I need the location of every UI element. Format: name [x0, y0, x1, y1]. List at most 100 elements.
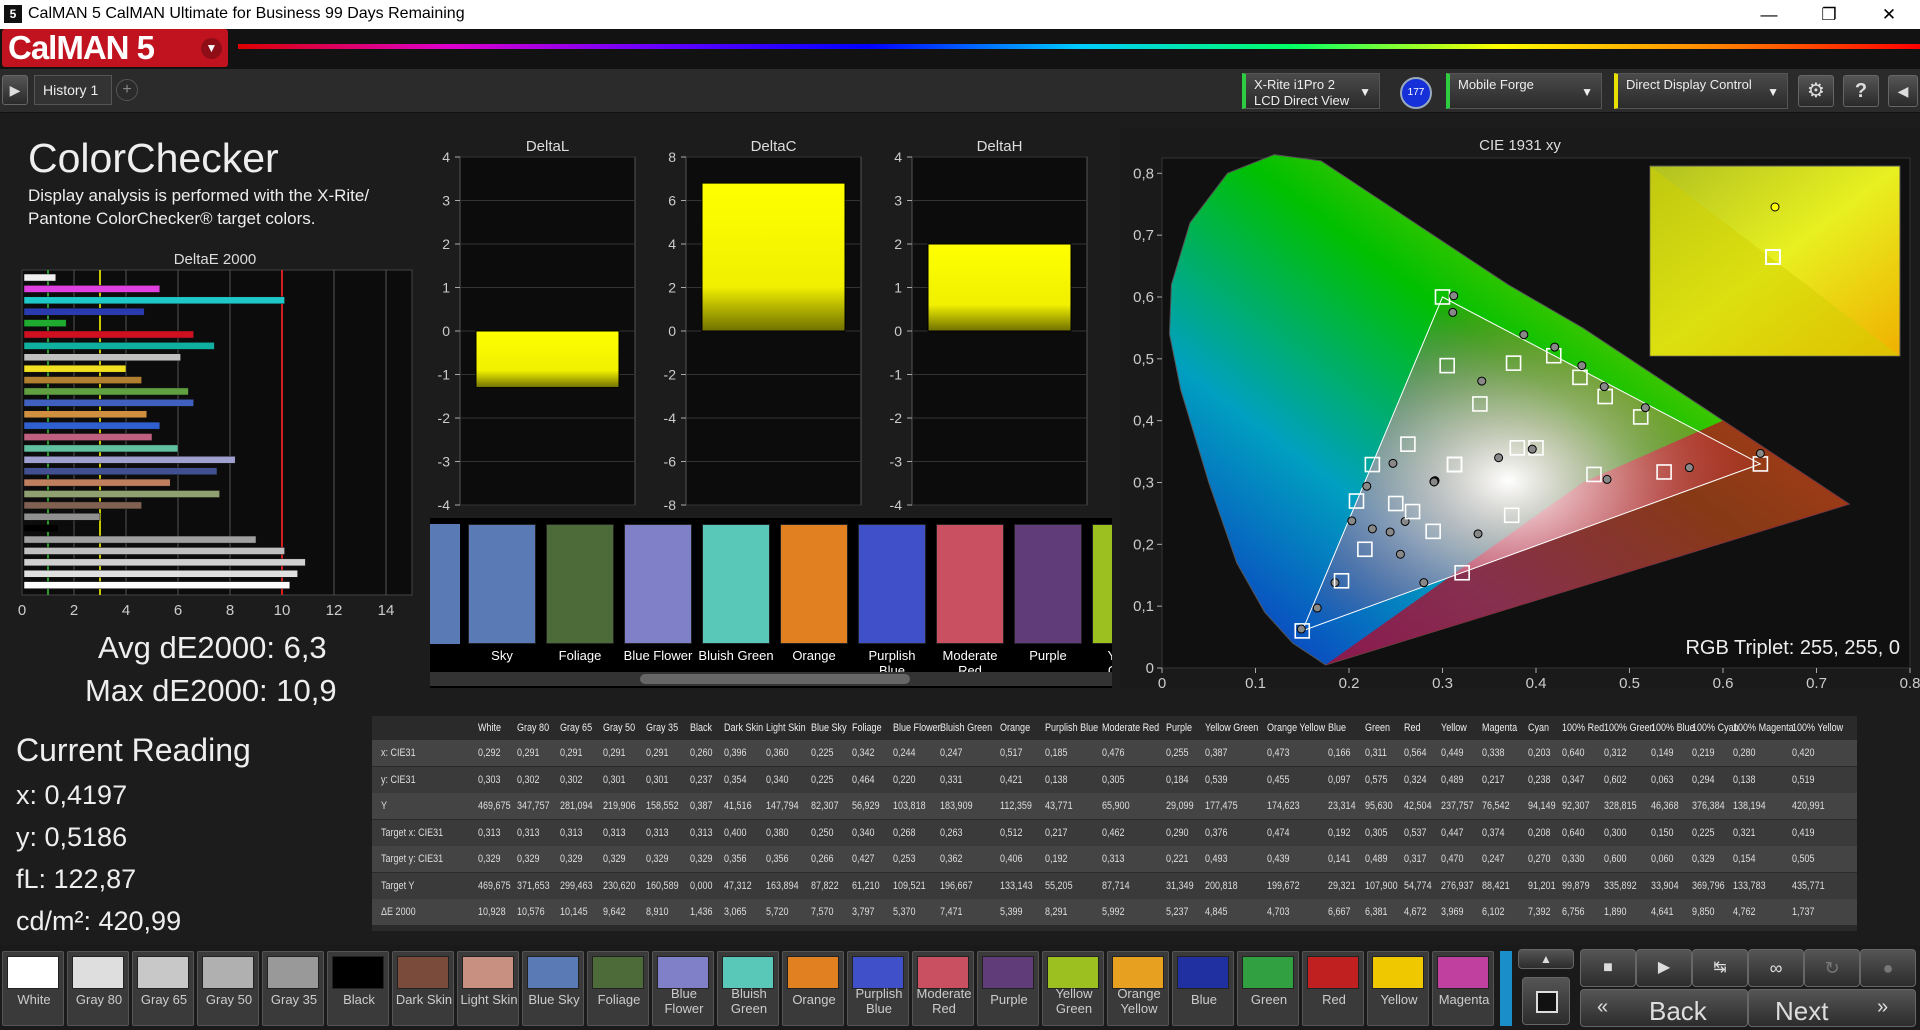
table-cell: 0,225	[1691, 826, 1715, 839]
swatch-tile[interactable]	[936, 524, 1004, 644]
swatch-color	[1372, 956, 1424, 989]
bottom-swatch-button[interactable]: Gray 35	[262, 951, 324, 1026]
table-cell: 158,552	[646, 800, 680, 812]
source-select[interactable]: Mobile Forge ▼	[1446, 73, 1602, 109]
close-icon[interactable]: ✕	[1860, 0, 1918, 29]
table-header: 100% Blue	[1650, 722, 1695, 734]
table-cell: 0,138	[1732, 773, 1756, 786]
bottom-swatch-button[interactable]: Gray 80	[67, 951, 129, 1026]
table-cell: 1,737	[1792, 906, 1816, 918]
colorchecker-swatch-strip: Sky Foliage Blue Flower Bluish Green Orange P…	[430, 518, 1112, 688]
swatch-tile[interactable]	[468, 524, 536, 644]
cie-1931-chart: CIE 1931 xy 0 0,1 0,2 0,3 0,4 0,5 0,6 0,7 0,8 0,8…	[1133, 137, 1920, 692]
help-icon[interactable]: ?	[1843, 75, 1879, 107]
table-cell: 0,602	[1603, 773, 1627, 786]
play-icon[interactable]: ▶	[2, 75, 28, 105]
collapse-panel-icon[interactable]: ◀	[1888, 75, 1918, 107]
bottom-swatch-button[interactable]: Orange Yellow	[1107, 951, 1169, 1026]
display-select[interactable]: Direct Display Control ▼	[1614, 73, 1788, 109]
table-cell: 0,247	[940, 747, 963, 759]
bottom-swatch-button[interactable]: White	[2, 951, 64, 1026]
bottom-swatch-button[interactable]: Moderate Red	[912, 951, 974, 1026]
bottom-swatch-button[interactable]: Blue	[1172, 951, 1234, 1026]
swatch-label: Gray 65	[140, 992, 188, 1007]
deltae-tick-label: 0	[18, 602, 26, 619]
cie-x-tick: 0,2	[1339, 675, 1360, 688]
scroll-up-icon[interactable]: ▲	[1518, 949, 1574, 969]
swatch-color	[852, 956, 904, 989]
table-cell: 0,329	[689, 853, 713, 865]
play-icon[interactable]: ▶	[1636, 949, 1692, 987]
swatch-tile[interactable]	[858, 524, 926, 644]
refresh-icon[interactable]: ↻	[1804, 949, 1860, 987]
bottom-swatch-button[interactable]: Dark Skin	[392, 951, 454, 1026]
calman-logo-menu[interactable]: CalMAN 5 ▼	[2, 29, 228, 67]
table-cell: 0,421	[999, 773, 1023, 786]
bottom-swatch-button[interactable]: Orange	[782, 951, 844, 1026]
table-cell: 5,992	[1102, 906, 1125, 918]
bottom-swatch-button[interactable]: Green	[1237, 951, 1299, 1026]
bottom-swatch-button[interactable]: Purple	[977, 951, 1039, 1026]
swatch-tile[interactable]	[1092, 524, 1112, 644]
table-cell: 0,301	[603, 773, 626, 786]
bottom-swatch-button[interactable]: Gray 65	[132, 951, 194, 1026]
step-icon[interactable]: ↹	[1692, 949, 1748, 987]
bottom-swatch-button[interactable]: Black	[327, 951, 389, 1026]
delta-tick-label: -2	[664, 367, 677, 383]
bottom-swatch-button[interactable]: Magenta	[1432, 951, 1494, 1026]
stop-icon[interactable]: ■	[1580, 949, 1636, 987]
cie-y-tick: 0,3	[1133, 474, 1154, 491]
meter-select[interactable]: X-Rite i1Pro 2 LCD Direct View ▼	[1242, 73, 1380, 109]
table-cell: 91,201	[1527, 879, 1556, 892]
bottom-swatch-button[interactable]: Bluish Green	[717, 951, 779, 1026]
bottom-swatch-button[interactable]: Purplish Blue	[847, 951, 909, 1026]
deltae-tick-label: 14	[378, 602, 395, 619]
delta-tick-label: 6	[668, 193, 676, 209]
double-chevron-left-icon: «	[1597, 996, 1609, 1018]
gear-icon[interactable]: ⚙	[1798, 75, 1834, 107]
table-cell: 0,324	[1404, 773, 1427, 786]
bottom-swatch-button[interactable]: Foliage	[587, 951, 649, 1026]
swatch-tile[interactable]	[780, 524, 848, 644]
table-cell: 0,380	[765, 826, 789, 839]
minimize-icon[interactable]: —	[1740, 0, 1798, 29]
table-cell: 0,340	[851, 826, 875, 839]
table-cell: 0,449	[1441, 747, 1464, 759]
swatch-color	[202, 956, 254, 989]
table-cell: 0,427	[851, 853, 875, 865]
table-cell: 0,329	[646, 853, 669, 865]
swatch-scrollbar[interactable]	[430, 672, 1112, 686]
deltae-bar	[23, 353, 181, 362]
add-tab-button[interactable]: +	[116, 79, 138, 101]
restore-icon[interactable]: ❐	[1800, 0, 1858, 29]
bottom-swatch-button[interactable]: Yellow Green	[1042, 951, 1104, 1026]
back-button[interactable]: « Back	[1580, 989, 1748, 1027]
swatch-tile[interactable]	[702, 524, 770, 644]
cie-x-tick: 0,4	[1526, 675, 1547, 688]
swatch-tile[interactable]	[546, 524, 614, 644]
bottom-swatch-button[interactable]: Gray 50	[197, 951, 259, 1026]
swatch-tile[interactable]	[624, 524, 692, 644]
bottom-swatch-button[interactable]: Red	[1302, 951, 1364, 1026]
cie-measured-point	[1388, 458, 1398, 468]
table-cell: 10,576	[517, 906, 545, 918]
table-cell: 0,208	[1527, 826, 1551, 839]
meter-count-badge[interactable]: 177	[1400, 77, 1432, 109]
table-header: 100% Cyan	[1691, 722, 1739, 734]
bottom-swatch-button[interactable]: Yellow	[1367, 951, 1429, 1026]
tab-history-1[interactable]: History 1	[34, 75, 112, 105]
table-cell: 43,771	[1044, 800, 1073, 812]
stop-button[interactable]	[1522, 977, 1570, 1025]
loop-icon[interactable]: ∞	[1748, 949, 1804, 987]
table-cell: 82,307	[810, 800, 839, 812]
swatch-tile[interactable]	[1014, 524, 1082, 644]
bottom-swatch-button[interactable]: Blue Sky	[522, 951, 584, 1026]
bottom-swatch-button[interactable]: Light Skin	[457, 951, 519, 1026]
delta-tick-label: 2	[442, 236, 450, 252]
cie-diagram-panel: CIE 1931 xy 0 0,1 0,2 0,3 0,4 0,5 0,6 0,7 0,8 0,8…	[1120, 128, 1920, 692]
scrollbar-thumb[interactable]	[640, 674, 910, 684]
next-button[interactable]: Next »	[1748, 989, 1916, 1027]
bottom-swatch-button[interactable]: Blue Flower	[652, 951, 714, 1026]
back-label: Back	[1649, 996, 1707, 1026]
table-cell: 10,928	[478, 906, 506, 918]
